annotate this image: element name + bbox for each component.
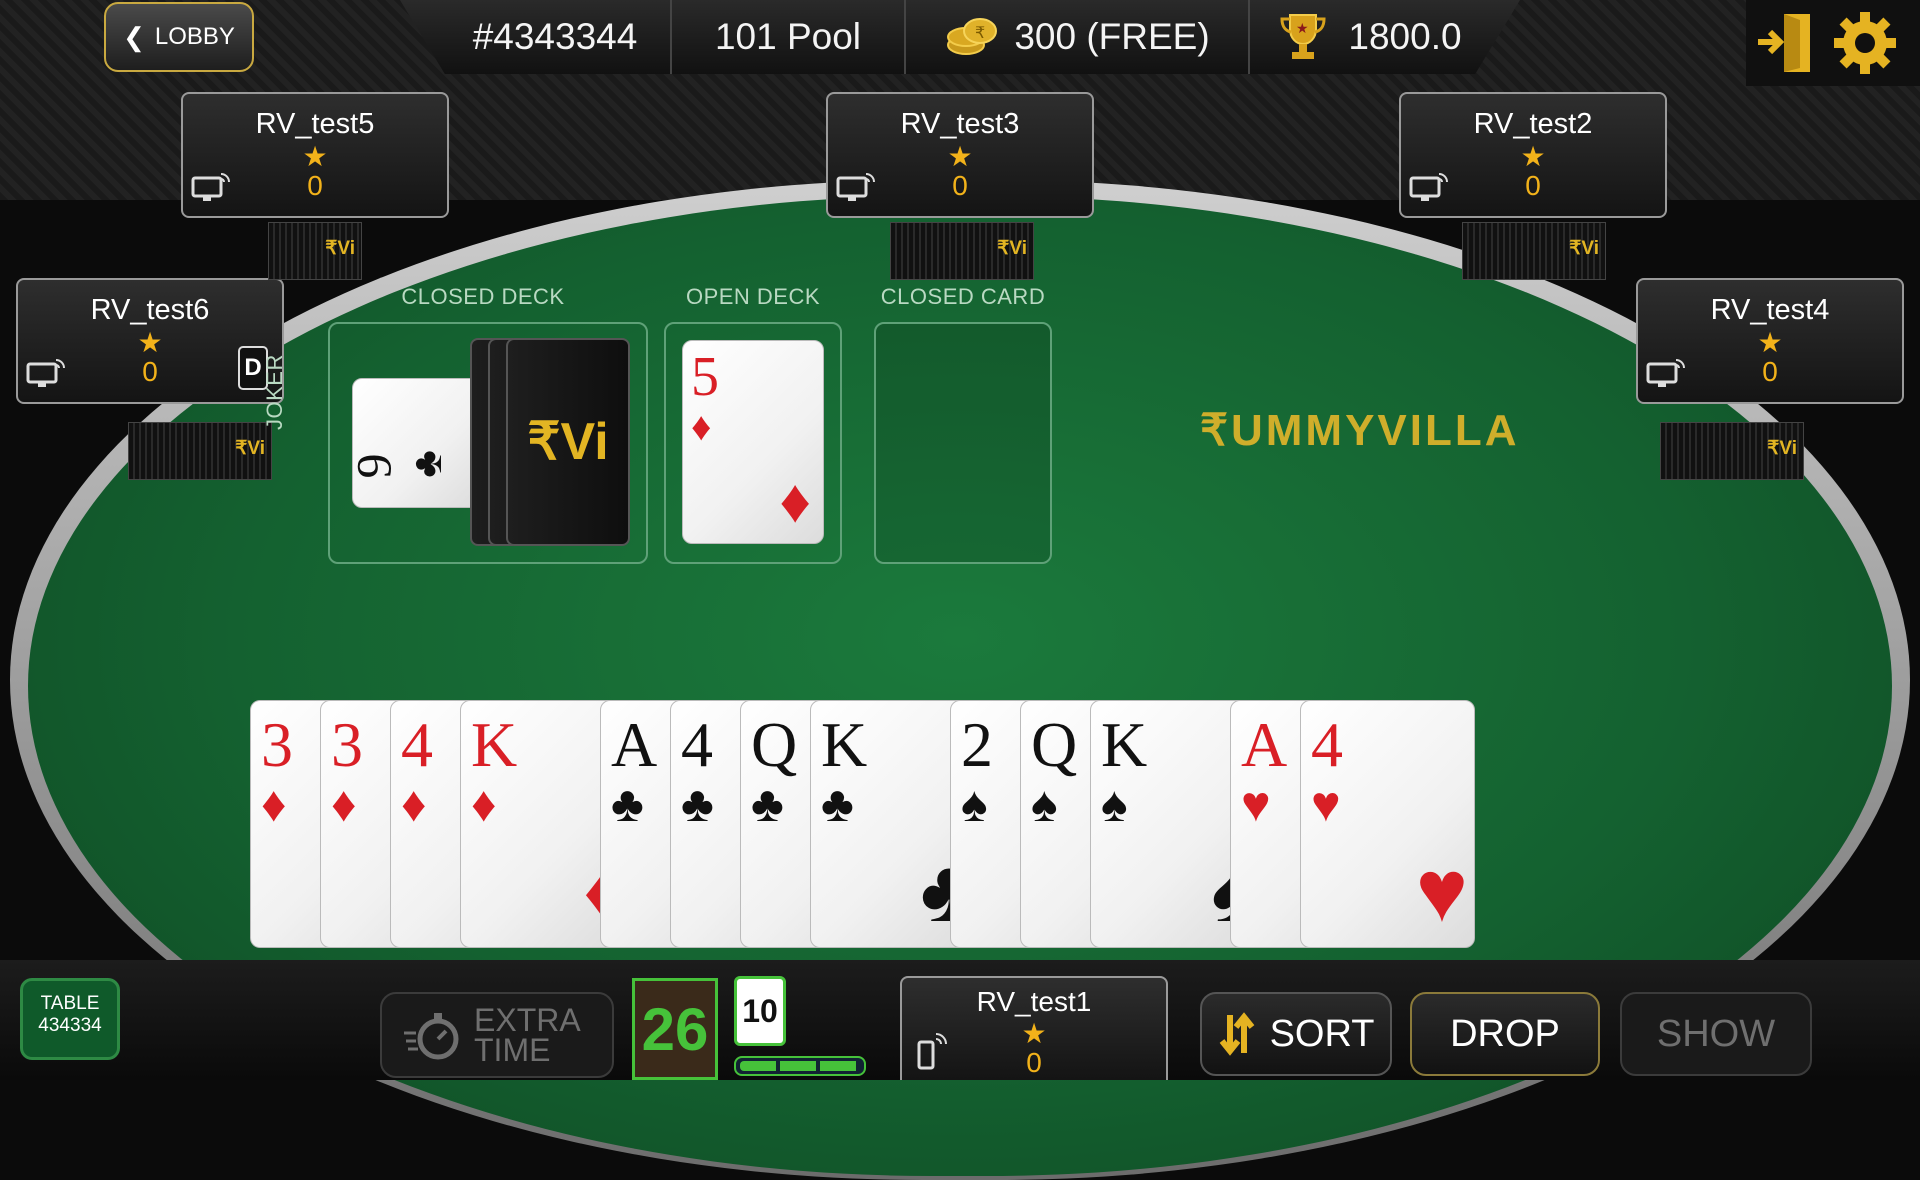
desktop-connection-icon (1409, 170, 1449, 204)
joker-label: JOKER (262, 354, 287, 430)
player-name: RV_test1 (976, 986, 1092, 1017)
open-deck-card[interactable]: 5 ♦ ♦ (682, 340, 824, 544)
entry-value: 300 (FREE) (1014, 16, 1210, 57)
player-name: RV_test6 (90, 294, 210, 326)
turn-counter: 10 (734, 976, 786, 1046)
closed-deck-label: CLOSED DECK (401, 284, 565, 309)
closed-deck-pile[interactable]: ₹Vi (506, 338, 630, 546)
svg-text:★: ★ (1296, 20, 1309, 36)
star-icon: ★ (1520, 141, 1546, 172)
coins-icon: ₹ (944, 15, 1000, 59)
star-icon: ★ (947, 141, 973, 172)
hand-card[interactable]: 4 ♥ ♥ (1300, 700, 1475, 948)
svg-text:₹: ₹ (975, 23, 985, 42)
player-seat-rv-test5: RV_test5 ★ 0 (181, 92, 449, 218)
rummyvilla-logo: ₹UMMYVILLA (1200, 406, 1520, 455)
show-label: SHOW (1656, 1012, 1776, 1055)
prize-amount: ★ 1800.0 (1250, 0, 1490, 74)
gear-icon[interactable] (1830, 8, 1900, 78)
extra-time-button[interactable]: EXTRA TIME (380, 992, 614, 1078)
desktop-connection-icon (191, 170, 231, 204)
star-icon: ★ (302, 141, 328, 172)
sort-label: SORT (1269, 1012, 1375, 1055)
table-info-badge: TABLE 434334 (20, 978, 120, 1060)
card-rank: 5 (691, 346, 719, 408)
chevron-left-icon: ❮ (123, 21, 145, 52)
closed-card-label: CLOSED CARD (880, 284, 1046, 309)
sort-button[interactable]: SORT (1200, 992, 1392, 1076)
extra-time-line2: TIME (474, 1032, 551, 1068)
player-seat-rv-test3: RV_test3 ★ 0 (826, 92, 1094, 218)
desktop-connection-icon (26, 356, 66, 390)
self-player-seat: RV_test1 ★ 0 (900, 976, 1168, 1080)
show-button[interactable]: SHOW (1620, 992, 1812, 1076)
table-number: 434334 (38, 1015, 102, 1036)
rv-logo-icon: ₹Vi (527, 413, 609, 471)
opponent-cards-rv-test3: ₹Vi (890, 222, 1034, 280)
player-seat-rv-test2: RV_test2 ★ 0 (1399, 92, 1667, 218)
joker-rank: 9 (345, 453, 402, 479)
opponent-cards-rv-test2: ₹Vi (1462, 222, 1606, 280)
closed-card-slot[interactable] (874, 322, 1052, 564)
extra-time-line1: EXTRA (474, 1002, 581, 1038)
drop-button[interactable]: DROP (1410, 992, 1600, 1076)
player-name: RV_test3 (900, 108, 1020, 140)
desktop-connection-icon (1646, 356, 1686, 390)
table-label: TABLE (40, 993, 100, 1014)
joker-card: 9 ♣ (345, 378, 482, 508)
player-seat-rv-test6: RV_test6 ★ 0 D (16, 278, 284, 404)
player-name: RV_test5 (255, 108, 375, 140)
entry-fee: ₹ 300 (FREE) (906, 0, 1248, 74)
opponent-cards-rv-test6: ₹Vi (128, 422, 272, 480)
opponent-cards-rv-test4: ₹Vi (1660, 422, 1804, 480)
table-id: #4343344 (472, 16, 638, 57)
time-progress-bar (734, 1056, 866, 1076)
game-type: 101 Pool (714, 16, 862, 57)
turn-timer: 26 (632, 978, 718, 1080)
prize-value: 1800.0 (1348, 16, 1462, 57)
drop-label: DROP (1450, 1012, 1560, 1055)
lobby-button[interactable]: ❮ LOBBY (104, 2, 254, 72)
exit-icon[interactable] (1756, 10, 1816, 76)
player-name: RV_test2 (1473, 108, 1593, 140)
desktop-connection-icon (836, 170, 876, 204)
card-suit-large: ♦ (779, 467, 811, 536)
card-suit: ♦ (691, 405, 712, 449)
player-name: RV_test4 (1710, 294, 1830, 326)
opponent-cards-rv-test5: ₹Vi (268, 222, 362, 280)
star-icon: ★ (1757, 327, 1783, 358)
open-deck-label: OPEN DECK (685, 284, 821, 309)
player-seat-rv-test4: RV_test4 ★ 0 (1636, 278, 1904, 404)
trophy-icon: ★ (1278, 11, 1328, 63)
joker-suit: ♣ (402, 450, 450, 478)
stopwatch-icon (402, 1007, 462, 1063)
sort-arrows-icon (1218, 1009, 1258, 1059)
mobile-connection-icon (916, 1030, 950, 1070)
lobby-label: LOBBY (154, 23, 235, 50)
